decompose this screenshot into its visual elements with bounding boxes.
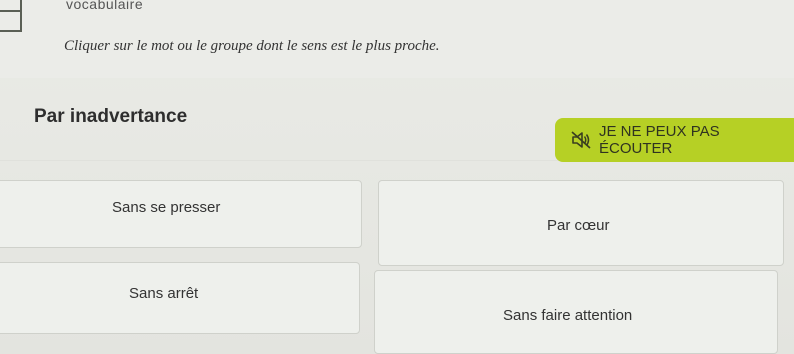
answer-option-1[interactable]: Sans se presser (0, 180, 362, 248)
divider (0, 160, 560, 161)
header-title: vocabulaire (66, 0, 144, 12)
speaker-muted-icon (571, 131, 591, 149)
answer-label: Sans faire attention (503, 307, 633, 324)
cannot-listen-label: JE NE PEUX PAS ÉCOUTER (599, 123, 720, 157)
answer-option-2[interactable]: Par cœur (378, 180, 784, 266)
answer-label: Sans se presser (112, 199, 221, 216)
answer-option-4[interactable]: Sans faire attention (374, 270, 778, 354)
header-bar: vocabulaire Cliquer sur le mot ou le gro… (0, 0, 794, 78)
exercise-instruction: Cliquer sur le mot ou le groupe dont le … (64, 38, 440, 54)
answer-label: Par cœur (547, 217, 610, 234)
answer-option-3[interactable]: Sans arrêt (0, 262, 360, 334)
answer-label: Sans arrêt (129, 285, 199, 302)
vocabulaire-logo-icon (0, 0, 40, 34)
cannot-listen-button[interactable]: JE NE PEUX PAS ÉCOUTER (555, 118, 794, 162)
question-text: Par inadvertance (34, 106, 188, 127)
